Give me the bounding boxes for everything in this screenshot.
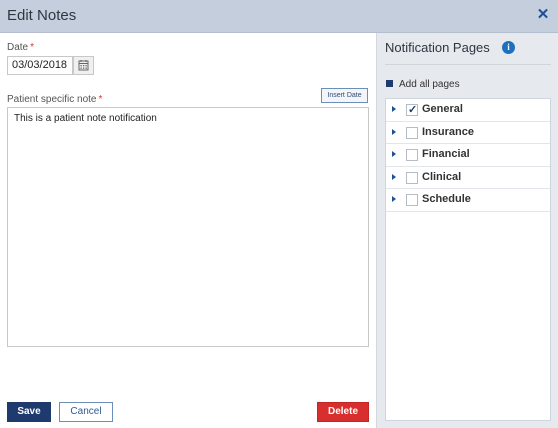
- expand-arrow-icon[interactable]: [392, 196, 396, 202]
- page-label: General: [422, 103, 463, 115]
- calendar-icon: [78, 60, 89, 71]
- page-item-insurance[interactable]: Insurance: [386, 122, 550, 144]
- add-all-pages-toggle[interactable]: Add all pages: [386, 79, 460, 90]
- pages-list: General Insurance Financial Clinical Sch…: [385, 98, 551, 421]
- notification-pages-title: Notification Pages: [385, 40, 490, 55]
- notification-pages-panel: Notification Pages i Add all pages Gener…: [376, 33, 558, 428]
- date-input[interactable]: 03/03/2018: [7, 56, 73, 75]
- page-label: Schedule: [422, 193, 471, 205]
- note-label-row: Patient specific note *: [7, 94, 102, 105]
- required-mark: *: [98, 94, 103, 105]
- dialog-header: Edit Notes ✕: [0, 0, 558, 33]
- save-button[interactable]: Save: [7, 402, 51, 422]
- date-label-row: Date *: [7, 42, 34, 53]
- page-label: Financial: [422, 148, 470, 160]
- page-item-financial[interactable]: Financial: [386, 144, 550, 167]
- expand-arrow-icon[interactable]: [392, 106, 396, 112]
- info-icon[interactable]: i: [502, 41, 515, 54]
- page-checkbox-insurance[interactable]: [406, 126, 418, 139]
- page-label: Clinical: [422, 170, 462, 183]
- add-all-checkbox[interactable]: [386, 80, 393, 87]
- page-checkbox-clinical[interactable]: [406, 171, 418, 184]
- page-item-clinical[interactable]: Clinical: [386, 167, 550, 189]
- required-mark: *: [30, 42, 35, 53]
- dialog-title: Edit Notes: [7, 7, 77, 24]
- expand-arrow-icon[interactable]: [392, 173, 396, 180]
- page-item-general[interactable]: General: [386, 99, 550, 122]
- page-checkbox-financial[interactable]: [406, 149, 418, 161]
- cancel-button[interactable]: Cancel: [59, 402, 113, 422]
- note-label: Patient specific note: [7, 94, 97, 105]
- close-icon[interactable]: ✕: [536, 7, 550, 22]
- calendar-button[interactable]: [73, 56, 94, 75]
- page-checkbox-schedule[interactable]: [406, 194, 418, 206]
- page-item-schedule[interactable]: Schedule: [386, 189, 550, 212]
- date-label: Date: [7, 42, 29, 53]
- divider: [385, 64, 551, 65]
- patient-note-textarea[interactable]: This is a patient note notification: [7, 107, 369, 347]
- page-checkbox-general[interactable]: [406, 103, 418, 116]
- expand-arrow-icon[interactable]: [392, 128, 396, 135]
- page-label: Insurance: [422, 125, 474, 138]
- add-all-label: Add all pages: [399, 79, 460, 90]
- insert-date-button[interactable]: Insert Date: [321, 88, 368, 103]
- expand-arrow-icon[interactable]: [392, 151, 396, 157]
- delete-button[interactable]: Delete: [317, 402, 369, 422]
- note-form: Date * 03/03/2018 Patient specific note * …: [0, 33, 376, 428]
